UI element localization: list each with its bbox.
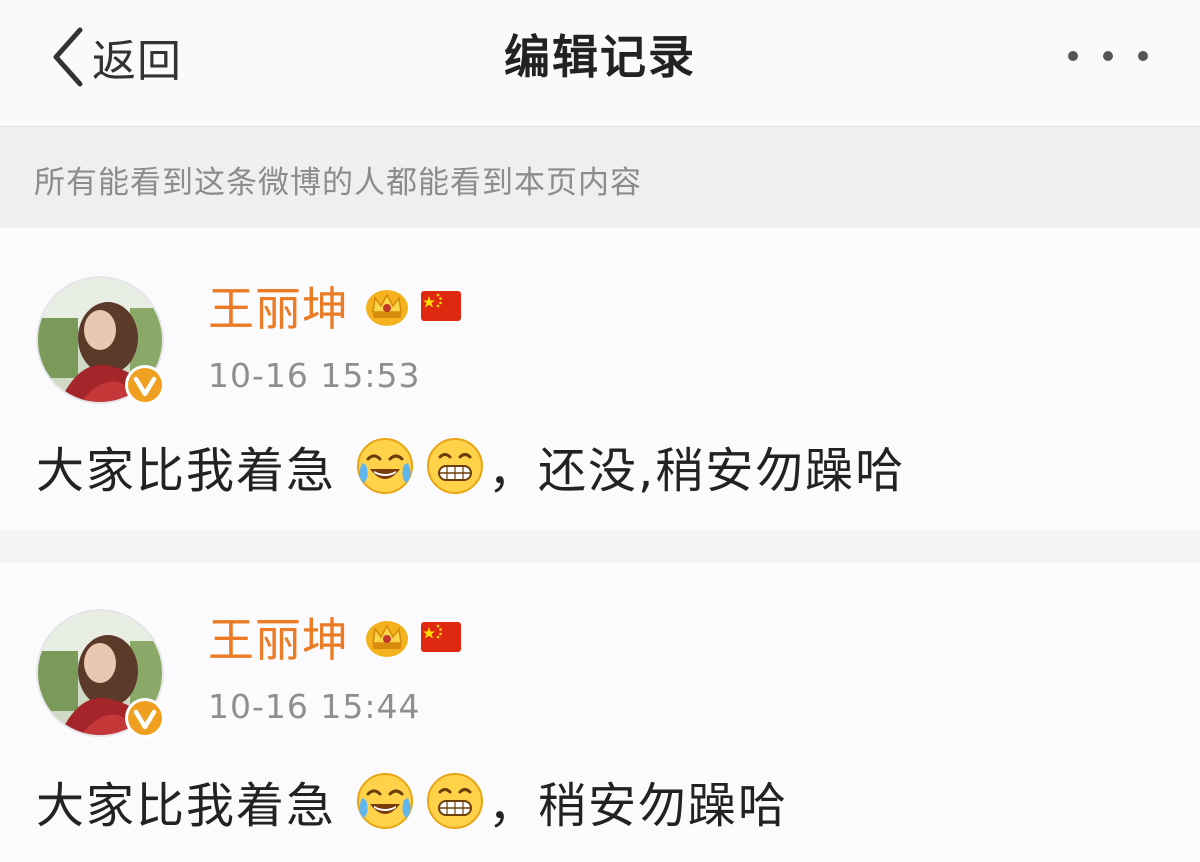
post-text: 大家比我着急 (36, 778, 337, 834)
crown-icon[interactable] (365, 617, 409, 657)
avatar[interactable] (36, 609, 164, 737)
more-options-button[interactable] (1068, 36, 1148, 76)
user-row: 王丽坤 (208, 276, 461, 336)
post-content: 大家比我着急 ，还没,稍安勿躁哈 (36, 434, 906, 499)
post-text: ，稍安勿躁哈 (488, 778, 789, 834)
visibility-notice: 所有能看到这条微博的人都能看到本页内容 (0, 127, 1200, 227)
verified-badge-icon (124, 364, 166, 406)
crown-icon[interactable] (365, 286, 409, 326)
edit-record-item: 王丽坤 10-16 15:44 大家比我着急 ，稍安勿躁哈 (0, 563, 1200, 862)
avatar[interactable] (36, 276, 164, 404)
ellipsis-icon (1103, 51, 1113, 61)
ellipsis-icon (1068, 51, 1078, 61)
post-timestamp: 10-16 15:44 (208, 687, 421, 726)
ellipsis-icon (1138, 51, 1148, 61)
laughing-crying-emoji-icon (356, 437, 414, 495)
verified-badge-icon (124, 697, 166, 739)
user-row: 王丽坤 (208, 607, 461, 667)
username[interactable]: 王丽坤 (208, 604, 349, 670)
notice-text: 所有能看到这条微博的人都能看到本页内容 (34, 165, 642, 201)
post-text: ，还没,稍安勿躁哈 (488, 443, 906, 499)
top-navigation-bar: 返回 编辑记录 (0, 0, 1200, 127)
china-flag-icon (421, 291, 461, 321)
post-content: 大家比我着急 ，稍安勿躁哈 (36, 769, 789, 834)
post-text: 大家比我着急 (36, 443, 337, 499)
page-title: 编辑记录 (504, 30, 696, 84)
china-flag-icon (421, 622, 461, 652)
edit-record-item: 王丽坤 10-16 15:53 大家比我着急 ，还没,稍安勿躁哈 (0, 228, 1200, 530)
post-timestamp: 10-16 15:53 (208, 356, 421, 395)
grinning-emoji-icon (426, 772, 484, 830)
username[interactable]: 王丽坤 (208, 273, 349, 339)
grinning-emoji-icon (426, 437, 484, 495)
laughing-crying-emoji-icon (356, 772, 414, 830)
